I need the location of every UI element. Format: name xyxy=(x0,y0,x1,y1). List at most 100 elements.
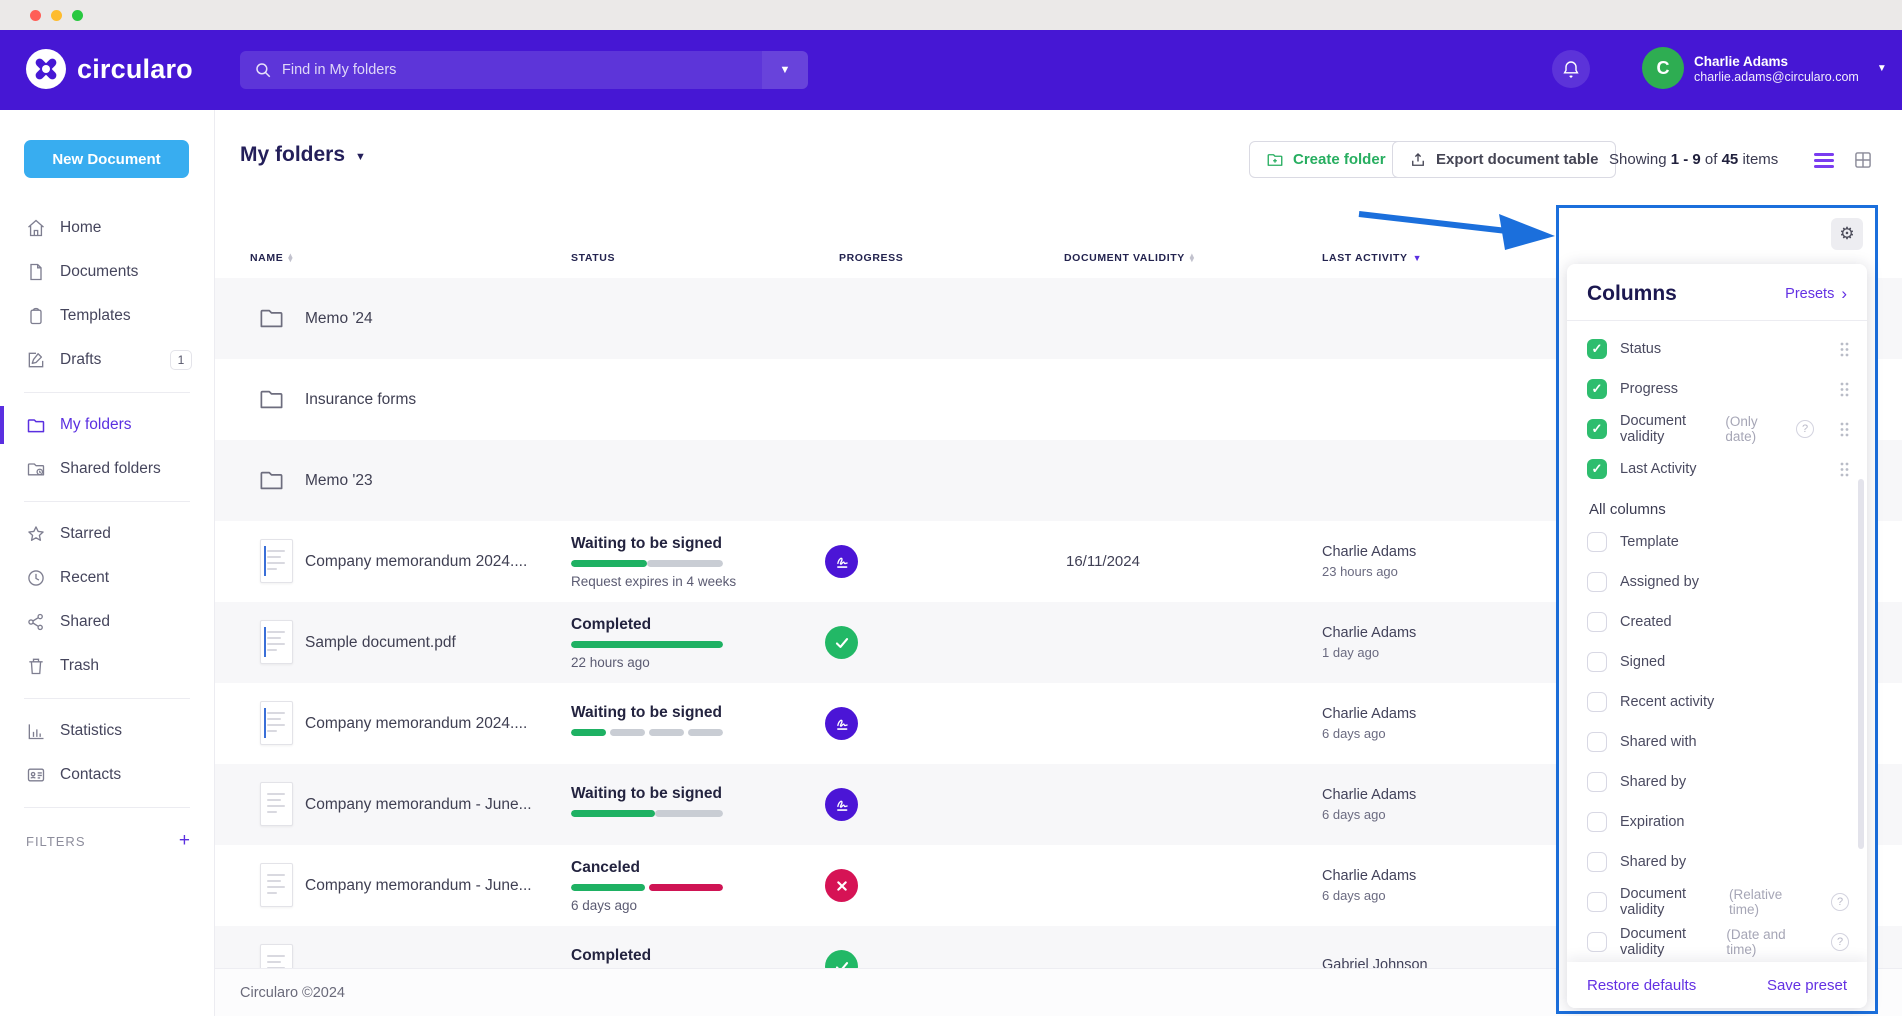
sidebar-item-shared-folders[interactable]: Shared folders xyxy=(0,447,214,491)
signature-status-badge xyxy=(825,545,858,578)
checkbox-unchecked[interactable] xyxy=(1587,932,1607,952)
column-toggle-shared-by-2: Shared by xyxy=(1587,842,1849,882)
sidebar-item-shared[interactable]: Shared xyxy=(0,600,214,644)
trash-icon xyxy=(26,656,60,676)
signature-status-badge xyxy=(825,707,858,740)
checkbox-unchecked[interactable] xyxy=(1587,572,1607,592)
checkbox-checked[interactable]: ✓ xyxy=(1587,379,1607,399)
search-bar[interactable]: ▼ xyxy=(240,51,808,89)
checkbox-unchecked[interactable] xyxy=(1587,652,1607,672)
folder-icon xyxy=(258,305,285,337)
showing-count: Showing 1 - 9 of 45 items xyxy=(1609,151,1778,168)
status-cell: Canceled 6 days ago xyxy=(571,845,771,926)
drag-handle-icon[interactable] xyxy=(1840,422,1849,437)
checkbox-checked[interactable]: ✓ xyxy=(1587,339,1607,359)
progress-bar xyxy=(571,729,723,736)
clock-icon xyxy=(26,568,60,588)
columns-card-footer: Restore defaults Save preset xyxy=(1567,962,1867,1008)
save-preset-link[interactable]: Save preset xyxy=(1767,977,1847,994)
column-toggle-document-validity-date-and-time: Document validity (Date and time) ? xyxy=(1587,922,1849,962)
sidebar-item-trash[interactable]: Trash xyxy=(0,644,214,688)
divider xyxy=(24,807,190,808)
export-table-button[interactable]: Export document table xyxy=(1392,141,1616,178)
sidebar-item-recent[interactable]: Recent xyxy=(0,556,214,600)
sidebar-item-templates[interactable]: Templates xyxy=(0,294,214,338)
canceled-status-badge xyxy=(825,869,858,902)
drag-handle-icon[interactable] xyxy=(1840,342,1849,357)
last-activity-cell: Charlie Adams 1 day ago xyxy=(1322,602,1416,683)
caret-down-icon: ▼ xyxy=(355,151,366,163)
column-header-name[interactable]: NAME ▴▾ xyxy=(250,252,293,264)
document-thumbnail xyxy=(260,539,293,583)
clipboard-icon xyxy=(26,306,60,326)
column-toggle-status: ✓ Status xyxy=(1587,329,1849,369)
search-scope-dropdown[interactable]: ▼ xyxy=(762,51,808,89)
sidebar-item-my-folders[interactable]: My folders xyxy=(0,403,214,447)
sidebar-item-statistics[interactable]: Statistics xyxy=(0,709,214,753)
caret-down-icon: ▼ xyxy=(780,64,791,76)
checkbox-unchecked[interactable] xyxy=(1587,692,1607,712)
column-toggle-created: Created xyxy=(1587,602,1849,642)
user-menu[interactable]: C Charlie Adams charlie.adams@circularo.… xyxy=(1642,47,1887,89)
document-thumbnail xyxy=(260,863,293,907)
help-icon[interactable]: ? xyxy=(1796,420,1814,438)
drag-handle-icon[interactable] xyxy=(1840,462,1849,477)
grid-view-icon xyxy=(1853,150,1873,170)
checkbox-unchecked[interactable] xyxy=(1587,772,1607,792)
sidebar-item-documents[interactable]: Documents xyxy=(0,250,214,294)
progress-bar xyxy=(571,884,723,891)
drag-handle-icon[interactable] xyxy=(1840,382,1849,397)
presets-link[interactable]: Presets › xyxy=(1785,284,1847,304)
add-filter-button[interactable]: + xyxy=(179,830,190,852)
checkbox-unchecked[interactable] xyxy=(1587,732,1607,752)
columns-heading: Columns xyxy=(1587,282,1677,306)
column-header-status[interactable]: STATUS xyxy=(571,252,615,264)
checkbox-unchecked[interactable] xyxy=(1587,612,1607,632)
column-header-progress[interactable]: PROGRESS xyxy=(839,252,903,264)
list-view-button[interactable] xyxy=(1813,151,1835,174)
grid-view-button[interactable] xyxy=(1853,150,1873,175)
progress-bar xyxy=(571,560,723,567)
new-document-button[interactable]: New Document xyxy=(24,140,189,178)
window-close-button[interactable] xyxy=(30,10,41,21)
document-thumbnail xyxy=(260,701,293,745)
window-minimize-button[interactable] xyxy=(51,10,62,21)
share-icon xyxy=(26,612,60,632)
progress-bar xyxy=(571,810,723,817)
columns-card: Columns Presets › ✓ Status ✓ Progress ✓ xyxy=(1567,264,1867,1008)
bar-chart-icon xyxy=(26,721,60,741)
page-title-dropdown[interactable]: My folders ▼ xyxy=(240,143,366,167)
chevron-right-icon: › xyxy=(1841,284,1847,304)
checkbox-unchecked[interactable] xyxy=(1587,812,1607,832)
sort-descending-icon: ▼ xyxy=(1413,253,1423,263)
sidebar-item-starred[interactable]: Starred xyxy=(0,512,214,556)
table-settings-button[interactable]: ⚙ xyxy=(1831,218,1863,250)
checkbox-unchecked[interactable] xyxy=(1587,852,1607,872)
shared-folder-icon xyxy=(26,459,60,479)
checkbox-unchecked[interactable] xyxy=(1587,892,1607,912)
notifications-button[interactable] xyxy=(1552,50,1590,88)
restore-defaults-link[interactable]: Restore defaults xyxy=(1587,977,1696,994)
window-zoom-button[interactable] xyxy=(72,10,83,21)
help-icon[interactable]: ? xyxy=(1831,933,1849,951)
help-icon[interactable]: ? xyxy=(1831,893,1849,911)
last-activity-cell: Charlie Adams 6 days ago xyxy=(1322,683,1416,764)
create-folder-button[interactable]: Create folder xyxy=(1249,141,1403,178)
checkbox-checked[interactable]: ✓ xyxy=(1587,419,1607,439)
column-header-last-activity[interactable]: LAST ACTIVITY ▼ xyxy=(1322,252,1422,264)
document-thumbnail xyxy=(260,782,293,826)
gear-icon: ⚙ xyxy=(1839,224,1854,244)
checkbox-unchecked[interactable] xyxy=(1587,532,1607,552)
brand-logo[interactable]: circularo xyxy=(25,48,193,90)
search-input[interactable] xyxy=(282,62,762,78)
sidebar-item-drafts[interactable]: Drafts 1 xyxy=(0,338,214,382)
checkbox-checked[interactable]: ✓ xyxy=(1587,459,1607,479)
user-email: charlie.adams@circularo.com xyxy=(1694,70,1859,84)
sidebar-item-contacts[interactable]: Contacts xyxy=(0,753,214,797)
filters-label: FILTERS xyxy=(26,834,179,849)
column-toggle-document-validity-only-date: ✓ Document validity (Only date) ? xyxy=(1587,409,1849,449)
panel-scrollbar[interactable] xyxy=(1858,479,1864,849)
export-icon xyxy=(1409,151,1427,169)
sidebar-item-home[interactable]: Home xyxy=(0,206,214,250)
column-header-document-validity[interactable]: DOCUMENT VALIDITY ▴▾ xyxy=(1064,252,1194,264)
